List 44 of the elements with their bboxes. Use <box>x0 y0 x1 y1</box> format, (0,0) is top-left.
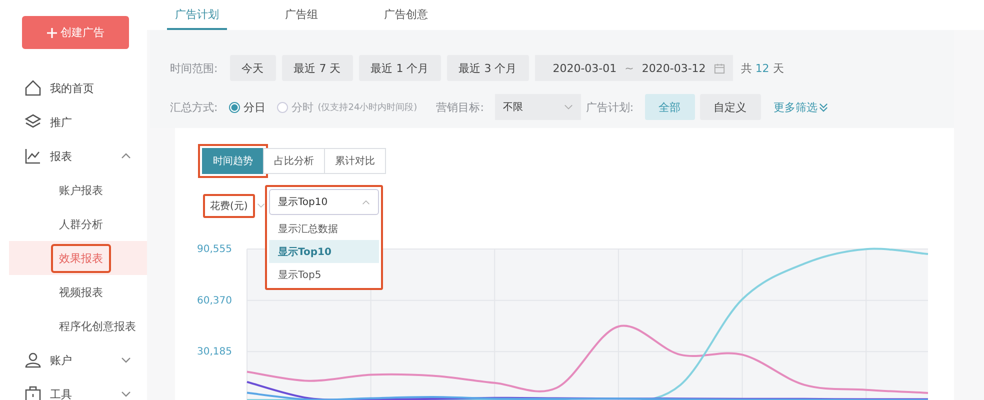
double-chevron-icon <box>818 102 828 112</box>
plus-icon <box>46 28 56 38</box>
filter-label: 汇总方式: <box>170 100 218 114</box>
tab[interactable]: 广告创意 <box>376 0 436 30</box>
chevron-icon <box>362 200 370 204</box>
filter-label: 时间范围: <box>170 60 218 76</box>
radio-option[interactable]: 分日 <box>228 100 266 114</box>
menu-item[interactable]: 账户 <box>0 343 147 377</box>
chevron-icon <box>256 203 265 208</box>
y-axis-label: 60,370 <box>197 295 232 306</box>
calendar-icon <box>714 62 725 74</box>
line-chart-icon <box>24 147 42 165</box>
total-days-text: 共 12 天 <box>740 60 784 76</box>
marketing-goal-select[interactable]: 不限 <box>494 94 581 120</box>
time-range-button[interactable]: 最近 3 个月 <box>446 55 529 81</box>
menu-item[interactable]: 推广 <box>0 105 147 139</box>
user-icon <box>24 351 42 369</box>
menu-item[interactable]: 工具 <box>0 377 147 400</box>
menu-item[interactable]: 我的首页 <box>0 71 147 105</box>
view-tab[interactable]: 累计对比 <box>324 148 386 174</box>
y-axis-label: 30,185 <box>197 346 232 358</box>
menu-item[interactable]: 报表 <box>0 139 147 173</box>
submenu-item[interactable]: 账户报表 <box>9 173 147 207</box>
metric-select[interactable]: 花费(元) <box>203 194 255 218</box>
filter-label: 广告计划: <box>586 100 634 114</box>
dropdown-option[interactable]: 显示汇总数据 <box>269 217 379 240</box>
submenu-item[interactable]: 程序化创意报表 <box>9 309 147 343</box>
dropdown-option[interactable]: 显示Top5 <box>269 263 379 286</box>
view-tab[interactable]: 占比分析 <box>263 148 325 174</box>
home-icon <box>24 79 42 97</box>
ad-plan-button[interactable]: 自定义 <box>700 94 761 120</box>
submenu-item[interactable]: 视频报表 <box>9 275 147 309</box>
time-range-button[interactable]: 今天 <box>230 55 276 81</box>
submenu-item[interactable]: 人群分析 <box>9 207 147 241</box>
filter-label: 营销目标: <box>436 100 484 114</box>
date-range-field[interactable]: 2020-03-01 ~ 2020-03-12 <box>534 55 733 81</box>
dropdown-option[interactable]: 显示Top10 <box>269 240 379 263</box>
chevron-icon <box>564 104 573 110</box>
time-range-button[interactable]: 最近 1 个月 <box>358 55 441 81</box>
tab[interactable]: 广告组 <box>277 0 326 30</box>
y-axis-label: 90,555 <box>197 244 232 255</box>
toolbox-icon <box>24 385 42 400</box>
display-select[interactable]: 显示Top10 <box>269 189 379 215</box>
time-range-button[interactable]: 最近 7 天 <box>282 55 353 81</box>
